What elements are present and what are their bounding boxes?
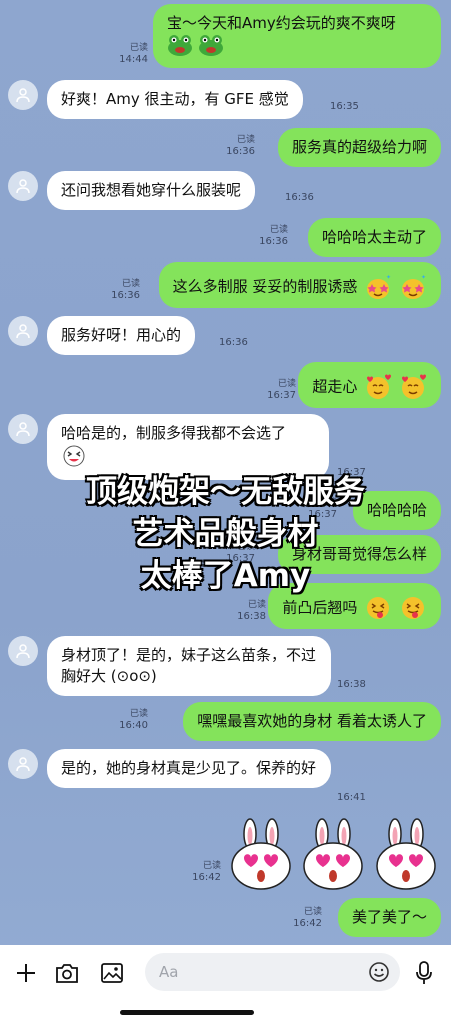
message-text: 前凸后翘吗: [282, 598, 358, 617]
bunny-sticker-icon[interactable]: [375, 818, 437, 890]
outgoing-bubble[interactable]: 哈哈哈太主动了: [307, 218, 441, 257]
read-status: 已读: [247, 600, 266, 610]
read-status: 已读: [129, 709, 148, 719]
read-status: 已读: [202, 861, 221, 871]
read-status: 已读: [236, 135, 255, 145]
message-text: 哈哈是的，制服多得我都不会选了: [61, 424, 287, 442]
read-status: 已读: [277, 379, 296, 389]
frog-emoji-icon: [168, 35, 192, 56]
timestamp: 16:36: [259, 236, 288, 247]
message-text: 服务好呀！用心的: [61, 326, 182, 344]
heart-face-emoji-icon: [402, 374, 426, 399]
outgoing-bubble[interactable]: 超走心: [298, 362, 441, 408]
message-text: 是的，她的身材真是少见了。保养的好: [61, 759, 317, 777]
message-text: 哈哈哈太主动了: [321, 228, 427, 246]
grin-emoji-icon: [63, 445, 85, 467]
message-meta: 已读 16:37: [267, 378, 296, 402]
heart-face-emoji-icon: [367, 374, 392, 399]
timestamp: 16:36: [285, 192, 314, 203]
message-text: 这么多制服 妥妥的制服诱惑: [172, 277, 358, 296]
outgoing-bubble[interactable]: 宝～今天和Amy约会玩的爽不爽呀: [153, 4, 441, 68]
timestamp: 16:37: [267, 390, 296, 401]
message-meta: 已读 16:36: [226, 134, 255, 158]
incoming-bubble[interactable]: 服务好呀！用心的: [47, 316, 196, 355]
message-meta: 已读 16:36: [111, 278, 140, 302]
outgoing-bubble[interactable]: 服务真的超级给力啊: [277, 128, 441, 167]
incoming-bubble[interactable]: 是的，她的身材真是少见了。保养的好: [47, 749, 331, 788]
input-placeholder: Aa: [159, 963, 179, 981]
outgoing-bubble[interactable]: 这么多制服 妥妥的制服诱惑 ✦ ✦: [158, 262, 441, 308]
avatar-icon[interactable]: [8, 80, 38, 110]
message-text: 好爽！Amy 很主动，有 GFE 感觉: [61, 90, 289, 108]
outgoing-bubble[interactable]: 美了美了～: [337, 898, 441, 937]
incoming-bubble[interactable]: 哈哈是的，制服多得我都不会选了: [47, 414, 329, 480]
message-meta: 已读 14:44: [119, 42, 148, 66]
timestamp: 16:36: [111, 290, 140, 301]
home-indicator[interactable]: [120, 1010, 254, 1015]
read-status: 已读: [129, 43, 148, 53]
timestamp: 16:38: [237, 611, 266, 622]
timestamp: 16:35: [330, 101, 359, 112]
message-meta: 已读 16:42: [293, 906, 322, 930]
emoji-icon[interactable]: [368, 961, 390, 983]
image-icon[interactable]: [98, 959, 126, 987]
message-text: 身材顶了！是的，妹子这么苗条，不过胸好大 (⊙o⊙): [61, 646, 317, 685]
timestamp: 16:42: [293, 918, 322, 929]
message-input[interactable]: Aa: [145, 953, 400, 991]
incoming-bubble[interactable]: 身材顶了！是的，妹子这么苗条，不过胸好大 (⊙o⊙): [47, 636, 331, 696]
tongue-emoji-icon: [367, 597, 390, 619]
svg-text:✦: ✦: [421, 274, 426, 281]
star-eyes-emoji-icon: ✦: [367, 274, 391, 299]
star-eyes-emoji-icon: ✦: [402, 274, 426, 299]
timestamp: 16:40: [119, 720, 148, 731]
input-toolbar: Aa: [0, 945, 451, 1024]
avatar-icon[interactable]: [8, 414, 38, 444]
overlay-caption-line2: 艺术品般身材: [132, 515, 320, 553]
svg-text:✦: ✦: [386, 274, 391, 281]
outgoing-bubble[interactable]: 嘿嘿最喜欢她的身材 看着太诱人了: [183, 702, 441, 741]
message-text: 宝～今天和Amy约会玩的爽不爽呀: [167, 14, 396, 32]
avatar-icon[interactable]: [8, 749, 38, 779]
chat-area[interactable]: 已读 14:44 宝～今天和Amy约会玩的爽不爽呀 好爽！Amy 很主动，有 G…: [0, 0, 451, 945]
bunny-sticker-icon[interactable]: [302, 818, 364, 890]
incoming-bubble[interactable]: 好爽！Amy 很主动，有 GFE 感觉: [47, 80, 303, 119]
message-text: 还问我想看她穿什么服装呢: [61, 181, 242, 199]
message-text: 服务真的超级给力啊: [291, 138, 427, 156]
microphone-icon[interactable]: [410, 959, 438, 987]
avatar-icon[interactable]: [8, 171, 38, 201]
camera-icon[interactable]: [53, 959, 81, 987]
message-text: 美了美了～: [351, 908, 427, 926]
frog-emoji-icon: [198, 35, 223, 56]
timestamp: 16:38: [337, 679, 366, 690]
read-status: 已读: [303, 907, 322, 917]
message-text: 超走心: [312, 377, 358, 396]
timestamp: 16:41: [337, 792, 366, 803]
incoming-bubble[interactable]: 还问我想看她穿什么服装呢: [47, 171, 256, 210]
message-meta: 已读 16:38: [237, 599, 266, 623]
read-status: 已读: [269, 225, 288, 235]
avatar-icon[interactable]: [8, 636, 38, 666]
bunny-sticker-icon[interactable]: [230, 818, 292, 890]
overlay-caption-line1: 顶级炮架～无敌服务: [85, 473, 366, 511]
message-text: 嘿嘿最喜欢她的身材 看着太诱人了: [197, 712, 427, 730]
tongue-emoji-icon: [402, 597, 424, 619]
message-meta: 已读 16:40: [119, 708, 148, 732]
timestamp: 16:42: [192, 872, 221, 883]
plus-icon[interactable]: [12, 959, 40, 987]
timestamp: 16:36: [226, 146, 255, 157]
timestamp: 16:36: [219, 337, 248, 348]
read-status: 已读: [121, 279, 140, 289]
overlay-caption-line3: 太棒了Amy: [140, 557, 312, 595]
timestamp: 14:44: [119, 54, 148, 65]
message-meta: 已读 16:42: [192, 860, 221, 884]
message-meta: 已读 16:36: [259, 224, 288, 248]
avatar-icon[interactable]: [8, 316, 38, 346]
